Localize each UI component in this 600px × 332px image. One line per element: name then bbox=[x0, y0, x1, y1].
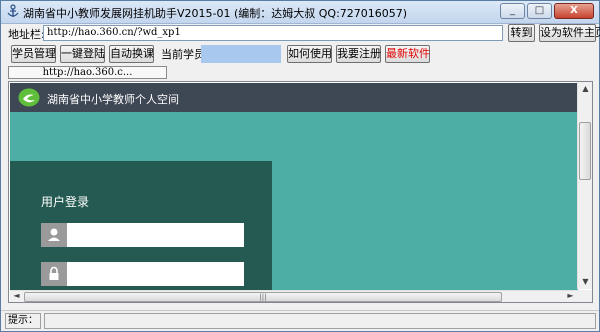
vertical-scroll-thumb[interactable] bbox=[579, 122, 591, 180]
register-button[interactable]: 我要注册 bbox=[336, 45, 381, 63]
status-label: 提示： bbox=[5, 313, 41, 329]
password-field[interactable] bbox=[41, 262, 244, 286]
address-label: 地址栏: bbox=[8, 28, 45, 41]
current-student-field[interactable] bbox=[201, 45, 281, 63]
app-window: 湖南省中小教师发展网挂机助手V2015-01 (编制：达姆大叔 QQ:72701… bbox=[0, 0, 600, 332]
vertical-scrollbar[interactable]: ▲ ▼ bbox=[577, 82, 592, 289]
browser-tab[interactable]: http://hao.360.c... bbox=[8, 66, 167, 79]
username-field[interactable] bbox=[41, 223, 244, 247]
tab-strip: http://hao.360.c... bbox=[1, 65, 599, 80]
site-header: 湖南省中小学教师个人空间 bbox=[10, 83, 578, 112]
latest-software-button[interactable]: 最新软件 bbox=[385, 45, 430, 63]
window-controls: _ □ X bbox=[500, 3, 594, 19]
browser-view: 湖南省中小学教师个人空间 用户登录 ▲ ▼ ◄ ||| ► bbox=[8, 81, 593, 303]
student-manage-button[interactable]: 学员管理 bbox=[11, 45, 56, 63]
one-click-login-button[interactable]: 一键登陆 bbox=[60, 45, 105, 63]
address-input[interactable]: http://hao.360.cn/?wd_xp1 bbox=[43, 25, 503, 41]
address-bar: 地址栏: http://hao.360.cn/?wd_xp1 转到 设为软件主页 bbox=[1, 24, 600, 42]
how-to-use-button[interactable]: 如何使用 bbox=[287, 45, 332, 63]
login-title: 用户登录 bbox=[41, 195, 90, 209]
anchor-icon bbox=[7, 4, 19, 17]
auto-switch-course-button[interactable]: 自动换课 bbox=[109, 45, 154, 63]
scroll-up-arrow-icon[interactable]: ▲ bbox=[579, 82, 592, 96]
scrollbar-corner bbox=[578, 290, 592, 302]
scroll-down-arrow-icon[interactable]: ▼ bbox=[579, 275, 592, 289]
status-message bbox=[44, 313, 596, 329]
go-button[interactable]: 转到 bbox=[508, 24, 535, 42]
close-button[interactable]: X bbox=[554, 3, 594, 19]
set-home-button[interactable]: 设为软件主页 bbox=[539, 24, 600, 42]
status-bar: 提示： bbox=[1, 310, 599, 332]
login-panel: 用户登录 bbox=[10, 161, 272, 290]
site-logo-icon bbox=[18, 88, 40, 107]
minimize-button[interactable]: _ bbox=[500, 3, 525, 19]
site-title: 湖南省中小学教师个人空间 bbox=[47, 93, 179, 106]
window-title: 湖南省中小教师发展网挂机助手V2015-01 (编制：达姆大叔 QQ:72701… bbox=[23, 7, 408, 20]
maximize-button[interactable]: □ bbox=[527, 3, 552, 19]
toolbar: 学员管理 一键登陆 自动换课 当前学员: 如何使用 我要注册 最新软件 bbox=[1, 44, 599, 64]
horizontal-scrollbar[interactable]: ◄ ||| ► bbox=[10, 290, 578, 302]
horizontal-scroll-thumb[interactable]: ||| bbox=[24, 292, 502, 302]
scroll-left-arrow-icon[interactable]: ◄ bbox=[10, 290, 23, 302]
user-icon bbox=[41, 223, 67, 247]
title-bar[interactable]: 湖南省中小教师发展网挂机助手V2015-01 (编制：达姆大叔 QQ:72701… bbox=[1, 1, 599, 24]
webpage-content: 湖南省中小学教师个人空间 用户登录 bbox=[10, 83, 578, 290]
scroll-right-arrow-icon[interactable]: ► bbox=[564, 290, 577, 302]
lock-icon bbox=[41, 262, 67, 286]
